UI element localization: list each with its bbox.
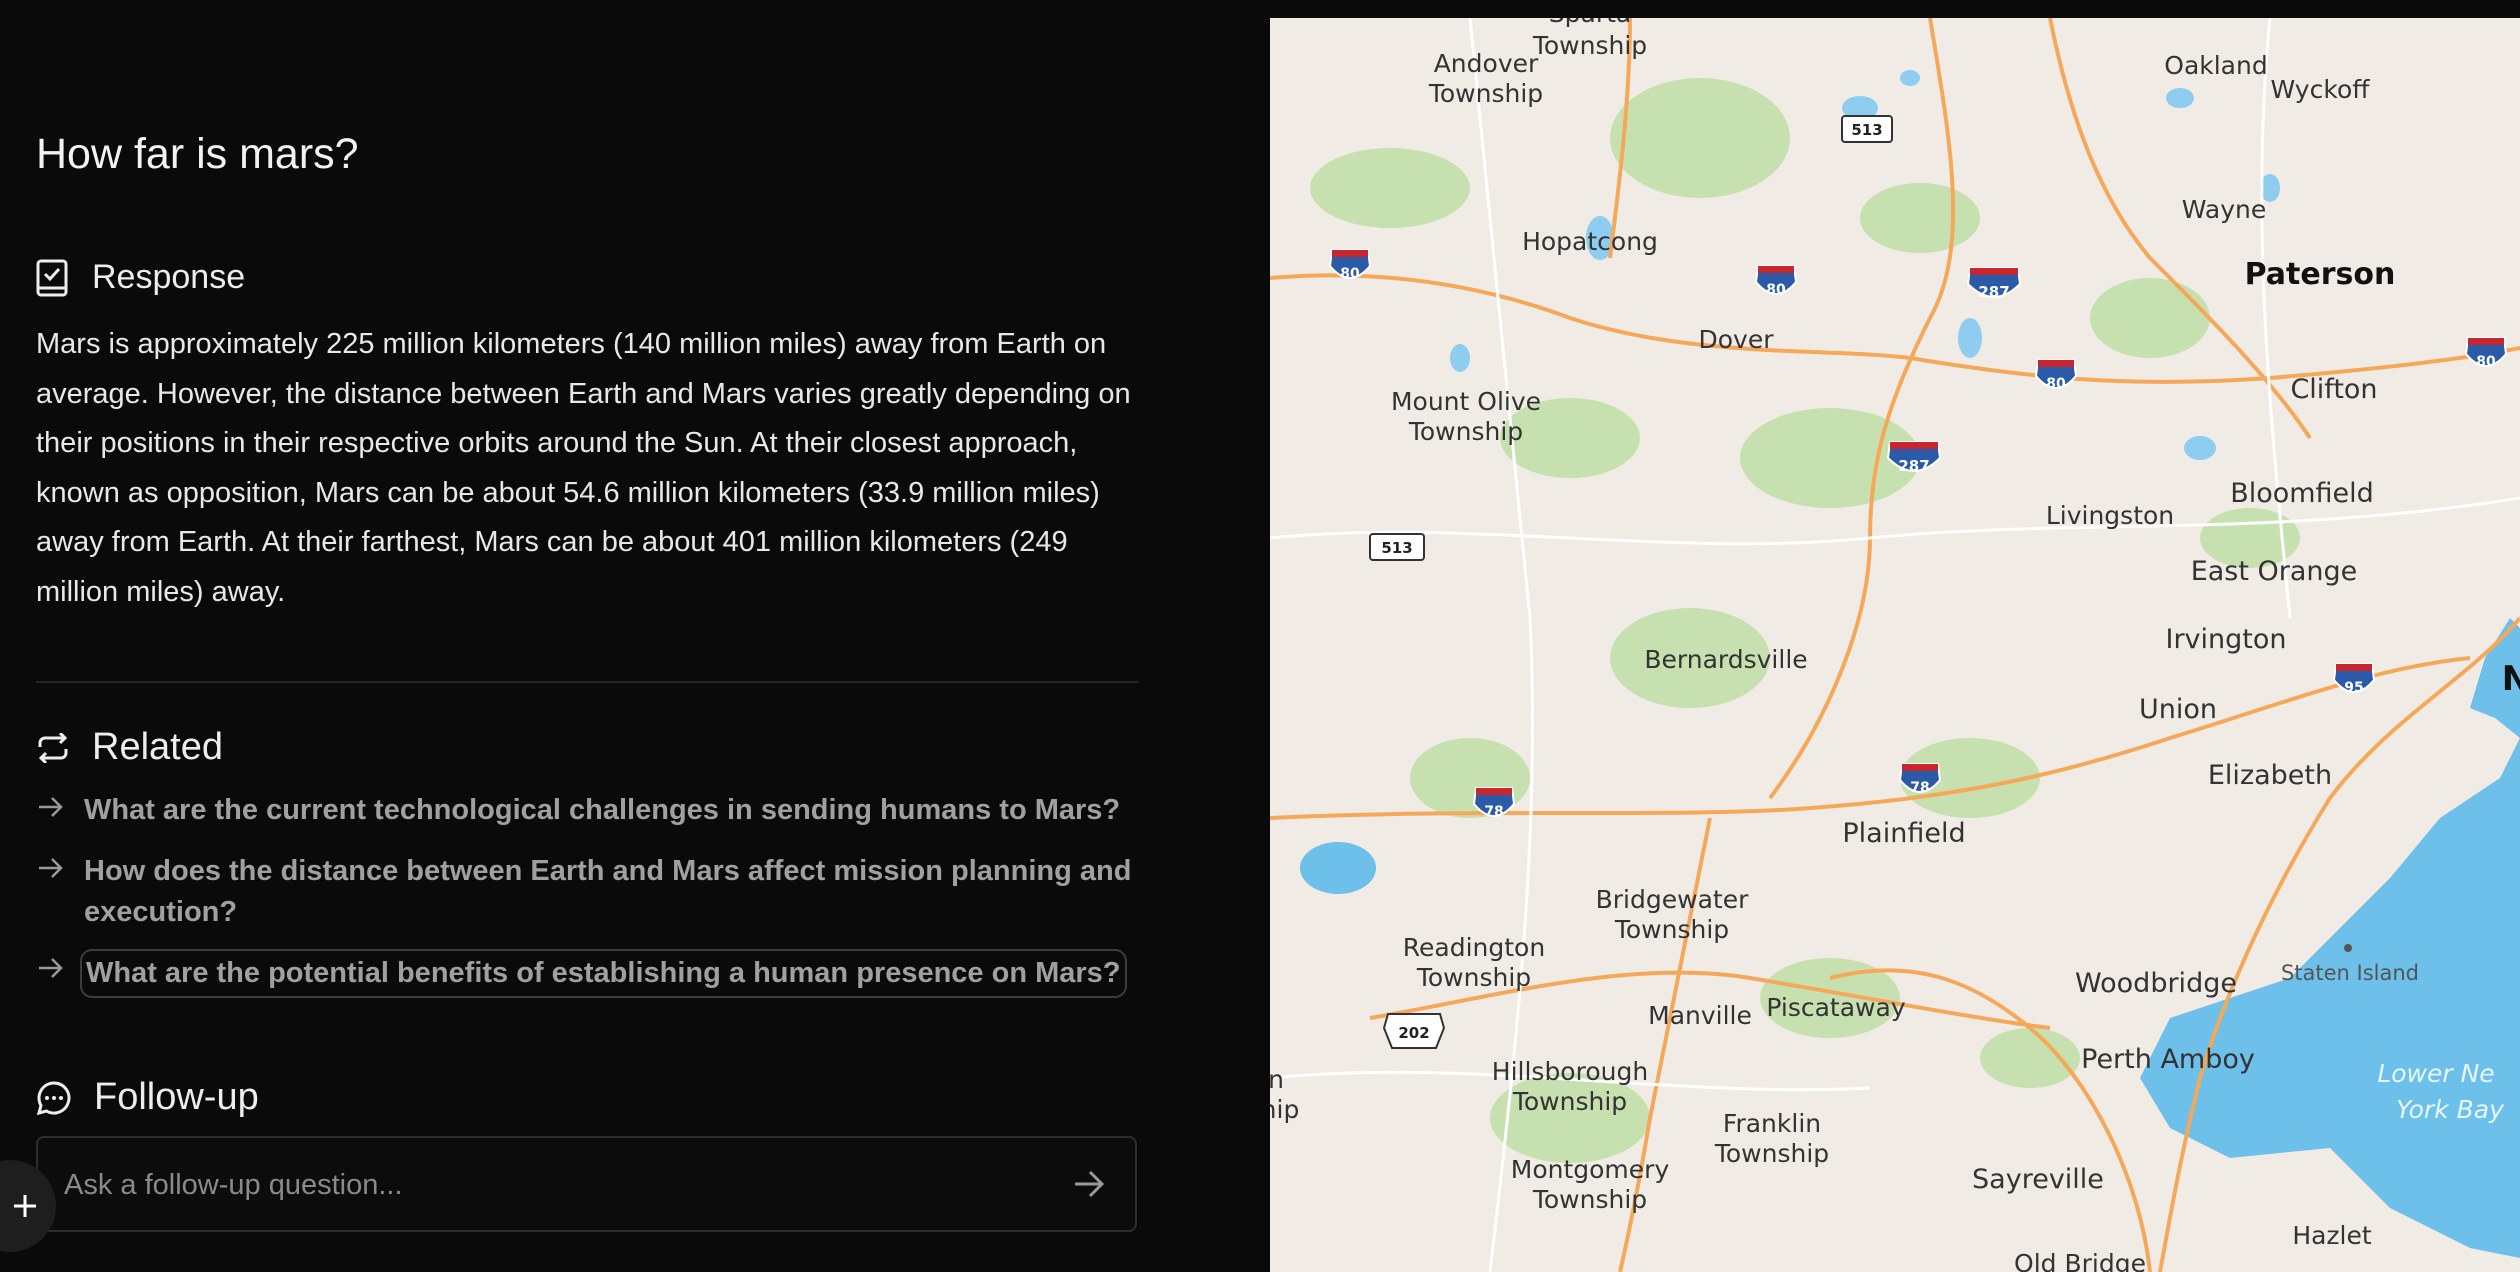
followup-heading: Follow-up [94, 1076, 259, 1118]
svg-text:Elizabeth: Elizabeth [2208, 760, 2332, 791]
send-arrow-icon[interactable] [1069, 1164, 1109, 1204]
svg-text:Township: Township [1532, 1185, 1647, 1214]
svg-text:Sparta: Sparta [1549, 18, 1631, 28]
svg-text:Readington: Readington [1403, 933, 1545, 962]
svg-text:Oakland: Oakland [2164, 51, 2267, 80]
svg-text:80: 80 [2476, 354, 2496, 370]
svg-text:Livingston: Livingston [2046, 501, 2174, 530]
svg-text:Bridgewater: Bridgewater [1596, 885, 1749, 914]
svg-text:Sayreville: Sayreville [1972, 1164, 2104, 1195]
arrow-right-icon [39, 858, 63, 878]
route-513-shield: 513 [1841, 115, 1893, 143]
arrow-right-icon [39, 797, 63, 817]
followup-header: Follow-up [36, 1076, 259, 1119]
svg-text:Township: Township [1714, 1139, 1829, 1168]
section-divider [36, 681, 1139, 683]
related-item[interactable]: What are the current technological chall… [36, 788, 1146, 833]
svg-text:Union: Union [2139, 694, 2217, 725]
interstate-95-shield: 95 [2332, 663, 2376, 696]
related-question[interactable]: What are the potential benefits of estab… [80, 949, 1127, 998]
svg-text:N: N [2502, 659, 2520, 699]
answer-panel: How far is mars? Response Mars is approx… [0, 0, 1270, 1272]
svg-text:80: 80 [1766, 282, 1786, 298]
svg-text:Old Bridge: Old Bridge [2014, 1249, 2146, 1272]
svg-text:Irvington: Irvington [2165, 624, 2286, 655]
svg-text:Hillsborough: Hillsborough [1492, 1057, 1648, 1086]
staten-island-marker [2344, 944, 2352, 952]
svg-text:Staten Island: Staten Island [2281, 961, 2419, 985]
svg-text:East Orange: East Orange [2191, 556, 2358, 587]
svg-text:Paterson: Paterson [2245, 257, 2396, 292]
chat-bubble-icon [36, 1080, 71, 1115]
svg-text:Township: Township [1512, 1087, 1627, 1116]
svg-text:Hopatcong: Hopatcong [1522, 227, 1658, 256]
svg-text:Lower Ne: Lower Ne [2377, 1059, 2494, 1088]
svg-text:Piscataway: Piscataway [1766, 993, 1905, 1022]
svg-text:Clifton: Clifton [2290, 374, 2377, 405]
svg-text:Township: Township [1614, 915, 1729, 944]
svg-text:Township: Township [1416, 963, 1531, 992]
map-canvas: 80 80 80 80 287 287 78 78 95 513 513 202… [1270, 18, 2520, 1272]
svg-text:287: 287 [1898, 457, 1929, 475]
svg-text:513: 513 [1381, 539, 1412, 557]
related-item[interactable]: How does the distance between Earth and … [36, 849, 1146, 935]
svg-text:Plainfield: Plainfield [1842, 818, 1965, 849]
arrow-right-icon [39, 958, 63, 978]
followup-input[interactable] [62, 1138, 1026, 1232]
map-view[interactable]: 80 80 80 80 287 287 78 78 95 513 513 202… [1270, 18, 2520, 1272]
svg-text:Mount Olive: Mount Olive [1391, 387, 1541, 416]
svg-text:95: 95 [2344, 680, 2363, 696]
svg-text:Manville: Manville [1648, 1001, 1752, 1030]
response-header: Response [36, 258, 245, 297]
svg-text:Montgomery: Montgomery [1511, 1155, 1670, 1184]
svg-text:78: 78 [1910, 780, 1929, 796]
svg-text:Township: Township [1428, 79, 1543, 108]
svg-text:Township: Township [1408, 417, 1523, 446]
svg-text:hip: hip [1270, 1095, 1299, 1124]
svg-text:Wyckoff: Wyckoff [2271, 75, 2371, 104]
svg-text:Woodbridge: Woodbridge [2075, 968, 2237, 999]
related-item[interactable]: What are the potential benefits of estab… [36, 949, 1146, 998]
svg-text:Wayne: Wayne [2182, 195, 2266, 224]
plus-icon [14, 1195, 36, 1217]
repeat-icon [38, 732, 68, 763]
response-heading: Response [92, 258, 246, 296]
lake [1300, 842, 1376, 894]
interstate-80-shield: 80 [2464, 337, 2508, 370]
svg-text:513: 513 [1851, 121, 1882, 139]
related-question[interactable]: What are the current technological chall… [84, 788, 1120, 833]
related-list: What are the current technological chall… [36, 788, 1146, 998]
query-title: How far is mars? [36, 130, 359, 178]
svg-text:Bernardsville: Bernardsville [1644, 645, 1807, 674]
followup-box [36, 1136, 1137, 1232]
svg-text:287: 287 [1978, 283, 2009, 301]
related-question[interactable]: How does the distance between Earth and … [84, 849, 1146, 935]
us-202-shield: 202 [1382, 1013, 1446, 1049]
svg-text:York Bay: York Bay [2396, 1095, 2505, 1124]
response-text: Mars is approximately 225 million kilome… [36, 328, 1131, 608]
svg-text:80: 80 [1340, 266, 1360, 282]
response-book-icon [36, 259, 68, 296]
svg-text:78: 78 [1484, 804, 1503, 820]
svg-text:Township: Township [1532, 31, 1647, 60]
svg-text:Hazlet: Hazlet [2292, 1221, 2372, 1250]
interstate-287-shield: 287 [1966, 267, 2022, 301]
svg-text:Franklin: Franklin [1723, 1109, 1821, 1138]
svg-text:Dover: Dover [1699, 325, 1775, 354]
svg-text:80: 80 [2046, 376, 2066, 392]
svg-text:202: 202 [1398, 1024, 1429, 1042]
svg-text:n: n [1270, 1065, 1284, 1094]
svg-text:Bloomfield: Bloomfield [2230, 478, 2374, 509]
svg-text:Andover: Andover [1434, 49, 1539, 78]
svg-text:Perth Amboy: Perth Amboy [2081, 1044, 2255, 1075]
route-513-shield: 513 [1369, 533, 1425, 561]
interstate-80-shield: 80 [2034, 359, 2078, 392]
related-header: Related [36, 726, 223, 769]
related-heading: Related [92, 726, 223, 768]
interstate-80-shield: 80 [1754, 265, 1798, 298]
